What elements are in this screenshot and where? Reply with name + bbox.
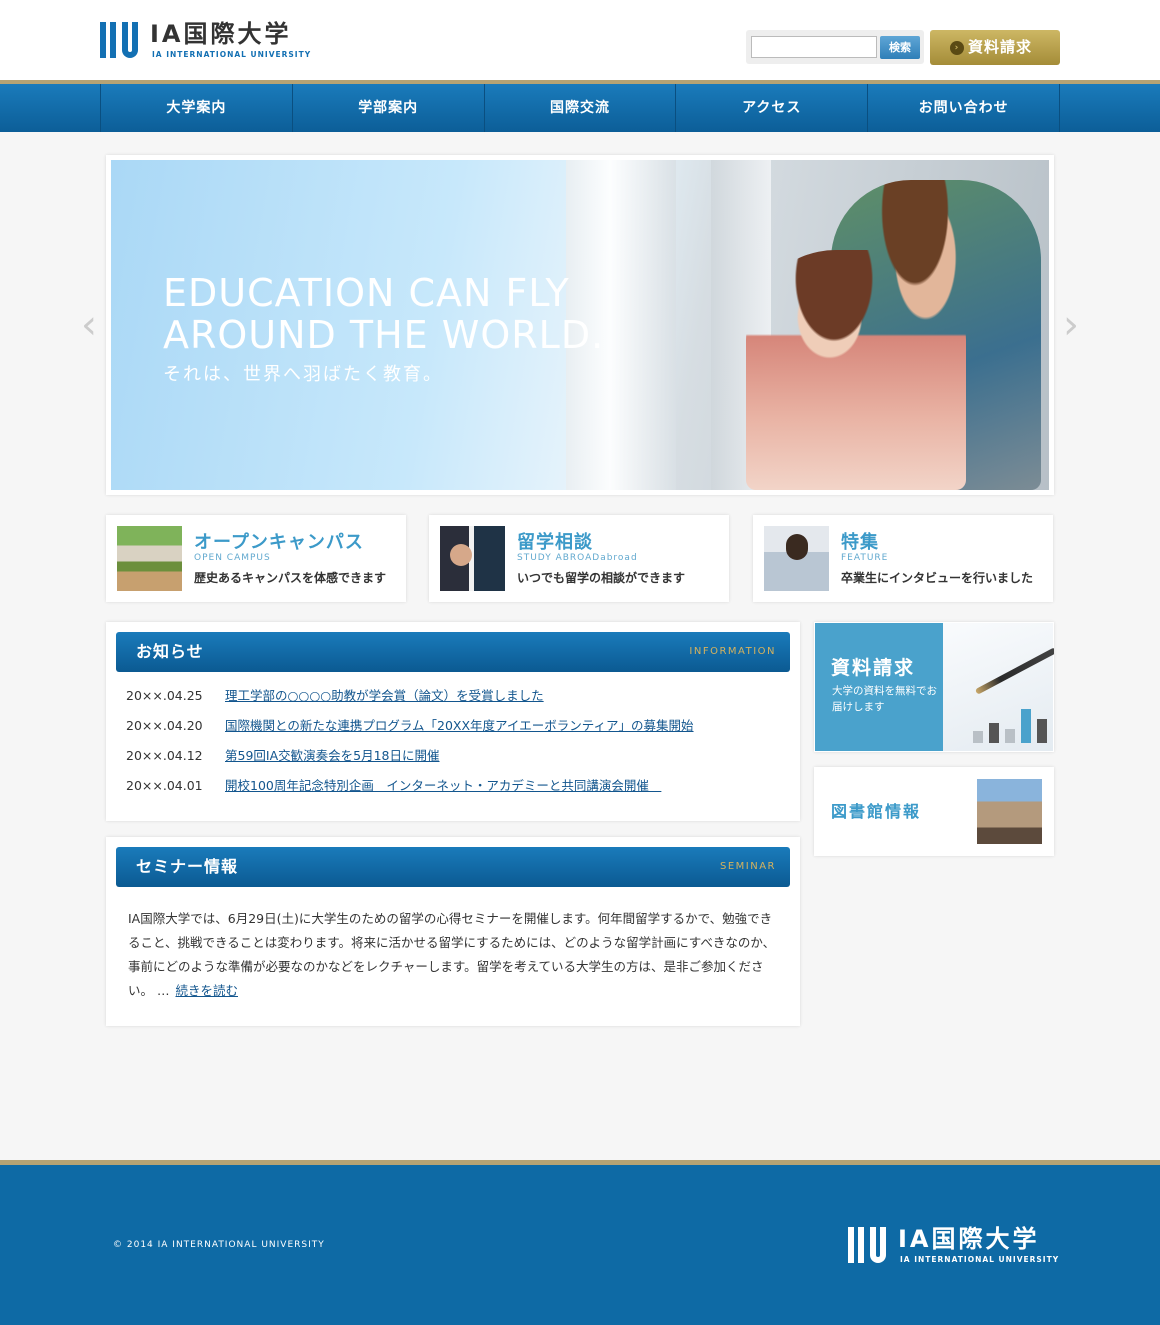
news-item: 20××.04.01 開校100周年記念特別企画 インターネット・アカデミーと共同…: [126, 776, 786, 806]
nav-item-access[interactable]: アクセス: [676, 84, 869, 132]
card-subtitle-en: STUDY ABROADabroad: [517, 553, 638, 563]
news-item: 20××.04.12 第59回IA交歓演奏会を5月18日に開催: [126, 746, 786, 776]
chart-bar: [1005, 729, 1015, 743]
request-banner[interactable]: 資料請求 大学の資料を無料でお届けします: [814, 622, 1054, 752]
chart-bar: [989, 723, 999, 743]
hero-person-woman: [746, 250, 966, 490]
card-subtitle-en: FEATURE: [841, 553, 889, 563]
chart-bar: [973, 731, 983, 743]
site-header: IA国際大学 IA INTERNATIONAL UNIVERSITY 検索 › …: [0, 0, 1160, 80]
news-link[interactable]: 開校100周年記念特別企画 インターネット・アカデミーと共同講演会開催: [225, 778, 661, 793]
card-study-abroad[interactable]: 留学相談 STUDY ABROADabroad いつでも留学の相談ができます: [429, 515, 729, 602]
search-button[interactable]: 検索: [880, 36, 920, 59]
hero-image: EDUCATION CAN FLY AROUND THE WORLD. それは、…: [111, 160, 1049, 490]
document-pen-image: [943, 623, 1054, 751]
news-link[interactable]: 理工学部の○○○○助教が学会賞（論文）を受賞しました: [225, 688, 544, 703]
hero-headline-line1: EDUCATION CAN FLY: [163, 271, 570, 315]
request-banner-title: 資料請求: [831, 657, 916, 679]
footer-logo-text: IA国際大学: [898, 1225, 1040, 1253]
card-description: 卒業生にインタビューを行いました: [841, 571, 1034, 585]
news-title-en: INFORMATION: [689, 646, 776, 657]
request-materials-button[interactable]: › 資料請求: [930, 30, 1060, 65]
hero-headline-line2: AROUND THE WORLD.: [163, 313, 605, 357]
logo-mark-icon: [848, 1227, 886, 1263]
chart-bar: [1037, 719, 1047, 743]
footer-logo-subtitle: IA INTERNATIONAL UNIVERSITY: [900, 1255, 1060, 1264]
card-image-campus: [117, 526, 182, 591]
news-date: 20××.04.20: [126, 718, 203, 733]
card-title: オープンキャンパス: [194, 532, 364, 553]
arrow-right-icon: ›: [950, 41, 964, 55]
card-title: 留学相談: [517, 532, 593, 553]
hero-slider: EDUCATION CAN FLY AROUND THE WORLD. それは、…: [106, 155, 1054, 495]
card-image-study: [440, 526, 505, 591]
card-feature[interactable]: 特集 FEATURE 卒業生にインタビューを行いました: [753, 515, 1053, 602]
hero-subtitle: それは、世界へ羽ばたく教育。: [163, 364, 443, 385]
seminar-section: セミナー情報 SEMINAR IA国際大学では、6月29日(土)に大学生のための…: [106, 837, 800, 1026]
card-subtitle-en: OPEN CAMPUS: [194, 553, 271, 563]
read-more-link[interactable]: 続きを読む: [175, 983, 238, 998]
news-item: 20××.04.25 理工学部の○○○○助教が学会賞（論文）を受賞しました: [126, 686, 786, 716]
news-list: 20××.04.25 理工学部の○○○○助教が学会賞（論文）を受賞しました 20×…: [126, 686, 786, 806]
search-box: 検索: [746, 30, 924, 64]
card-description: 歴史あるキャンパスを体感できます: [194, 571, 387, 585]
request-banner-subtitle: 大学の資料を無料でお届けします: [832, 685, 937, 713]
card-image-feature: [764, 526, 829, 591]
news-section: お知らせ INFORMATION 20××.04.25 理工学部の○○○○助教が学…: [106, 622, 800, 821]
library-banner[interactable]: 図書館情報: [814, 767, 1054, 856]
library-banner-title: 図書館情報: [831, 802, 922, 821]
news-item: 20××.04.20 国際機関との新たな連携プログラム「20XX年度アイエーボラン…: [126, 716, 786, 746]
card-description: いつでも留学の相談ができます: [517, 571, 686, 585]
seminar-body: IA国際大学では、6月29日(土)に大学生のための留学の心得セミナーを開催します…: [128, 907, 780, 1003]
hero-next-arrow-icon[interactable]: ›: [1061, 305, 1081, 345]
library-building-image: [977, 779, 1042, 844]
nav-item-contact[interactable]: お問い合わせ: [868, 84, 1060, 132]
seminar-title: セミナー情報: [136, 857, 239, 876]
nav-item-international[interactable]: 国際交流: [485, 84, 677, 132]
news-title: お知らせ: [136, 642, 204, 661]
pen-icon: [974, 647, 1054, 695]
logo-subtitle: IA INTERNATIONAL UNIVERSITY: [152, 50, 312, 59]
logo-mark-icon: [100, 22, 138, 58]
global-nav: 大学案内 学部案内 国際交流 アクセス お問い合わせ: [0, 84, 1160, 132]
request-button-label: 資料請求: [968, 38, 1033, 56]
chart-bar: [1021, 709, 1031, 743]
news-date: 20××.04.12: [126, 748, 203, 763]
card-title: 特集: [841, 532, 879, 553]
news-date: 20××.04.01: [126, 778, 203, 793]
site-footer: © 2014 IA INTERNATIONAL UNIVERSITY IA国際大…: [0, 1165, 1160, 1325]
news-link[interactable]: 国際機関との新たな連携プログラム「20XX年度アイエーボランティア」の募集開始: [225, 718, 694, 733]
news-link[interactable]: 第59回IA交歓演奏会を5月18日に開催: [225, 748, 440, 763]
copyright-text: © 2014 IA INTERNATIONAL UNIVERSITY: [113, 1240, 325, 1250]
site-logo[interactable]: IA国際大学 IA INTERNATIONAL UNIVERSITY: [100, 20, 315, 60]
request-banner-panel: 資料請求 大学の資料を無料でお届けします: [815, 623, 943, 751]
logo-text: IA国際大学: [150, 20, 292, 48]
card-open-campus[interactable]: オープンキャンパス OPEN CAMPUS 歴史あるキャンパスを体感できます: [106, 515, 406, 602]
hero-prev-arrow-icon[interactable]: ‹: [79, 305, 99, 345]
news-header: お知らせ INFORMATION: [116, 632, 790, 672]
nav-item-about[interactable]: 大学案内: [101, 84, 293, 132]
news-date: 20××.04.25: [126, 688, 203, 703]
seminar-title-en: SEMINAR: [719, 861, 776, 872]
nav-item-faculties[interactable]: 学部案内: [293, 84, 485, 132]
footer-logo[interactable]: IA国際大学 IA INTERNATIONAL UNIVERSITY: [848, 1225, 1063, 1267]
seminar-header: セミナー情報 SEMINAR: [116, 847, 790, 887]
search-input[interactable]: [751, 36, 877, 58]
